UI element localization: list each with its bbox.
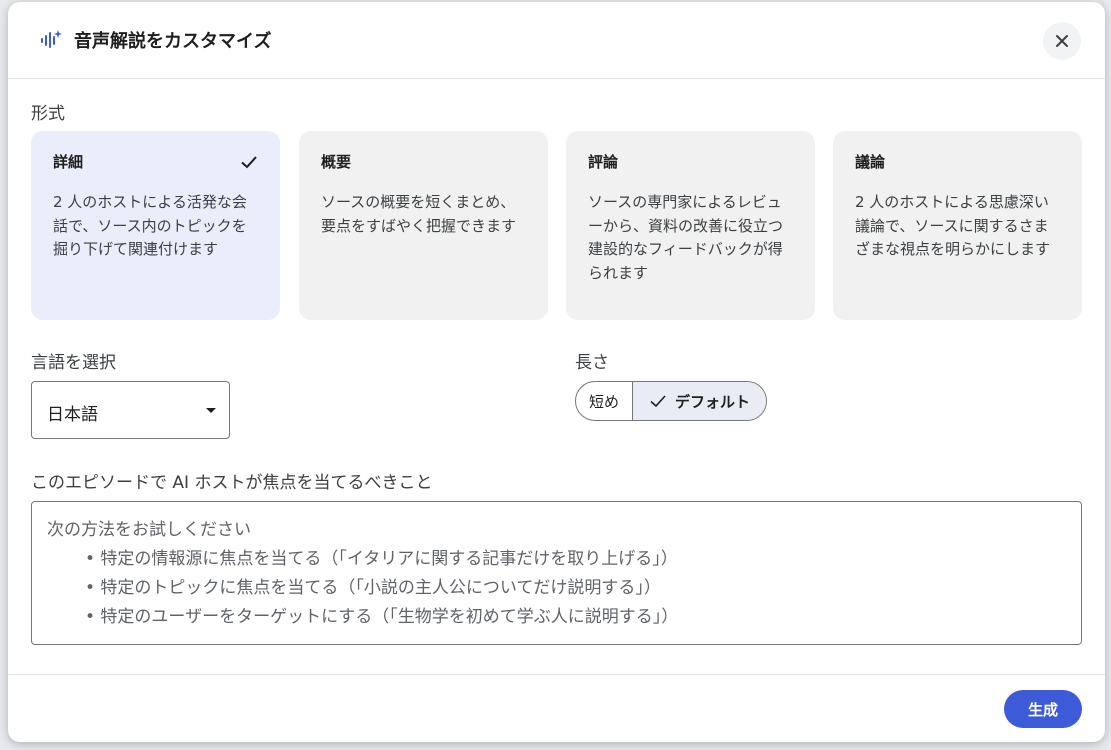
close-button[interactable] (1043, 22, 1081, 60)
focus-textarea[interactable]: 次の方法をお試しください • 特定の情報源に焦点を当てる（「イタリアに関する記事… (31, 501, 1082, 645)
placeholder-intro: 次の方法をお試しください (47, 520, 251, 540)
format-card-critique[interactable]: 評論 ソースの専門家によるレビューから、資料の改善に役立つ建設的なフィードバック… (566, 131, 815, 320)
card-description: ソースの専門家によるレビューから、資料の改善に役立つ建設的なフィードバックが得ら… (588, 193, 784, 282)
focus-label: このエピソードで AI ホストが焦点を当てるべきこと (31, 473, 433, 493)
card-title: 詳細 (53, 153, 84, 171)
placeholder-item: • 特定のトピックに焦点を当てる（「小説の主人公についてだけ説明する」） (85, 578, 661, 598)
dialog-title: 音声解説をカスタマイズ (74, 31, 272, 52)
length-option-label: 短め (588, 392, 619, 411)
card-title: 評論 (588, 153, 619, 171)
dropdown-arrow-icon (206, 408, 216, 413)
generate-button[interactable]: 生成 (1004, 690, 1082, 728)
card-title: 概要 (321, 153, 352, 171)
placeholder-item: • 特定のユーザーをターゲットにする（「生物学を初めて学ぶ人に説明する」） (85, 607, 679, 627)
length-option-short[interactable]: 短め (576, 382, 633, 420)
audio-sparkle-icon (41, 30, 62, 48)
close-icon (1056, 35, 1068, 47)
language-label: 言語を選択 (31, 353, 116, 373)
placeholder-item: • 特定の情報源に焦点を当てる（「イタリアに関する記事だけを取り上げる」） (85, 549, 678, 569)
format-label: 形式 (31, 104, 65, 124)
check-icon (650, 395, 666, 408)
length-label: 長さ (575, 353, 609, 373)
language-select[interactable]: 日本語 (31, 381, 230, 439)
check-icon (241, 156, 257, 169)
format-card-debate[interactable]: 議論 2 人のホストによる思慮深い議論で、ソースに関するさまざまな視点を明らかに… (833, 131, 1082, 320)
card-description: ソースの概要を短くまとめ、要点をすばやく把握できます (321, 193, 517, 235)
customize-audio-dialog: 音声解説をカスタマイズ 形式 詳細 2 人のホストによる活発な会話で、ソース内の… (8, 2, 1105, 742)
dialog-footer: 生成 (8, 674, 1105, 742)
length-option-default[interactable]: デフォルト (633, 382, 766, 420)
card-description: 2 人のホストによる活発な会話で、ソース内のトピックを掘り下げて関連付けます (53, 193, 247, 258)
card-description: 2 人のホストによる思慮深い議論で、ソースに関するさまざまな視点を明らかにします (855, 193, 1051, 258)
length-option-label: デフォルト (674, 392, 750, 411)
dialog-header: 音声解説をカスタマイズ (8, 2, 1105, 79)
length-toggle-group: 短め デフォルト (575, 381, 767, 421)
format-card-summary[interactable]: 概要 ソースの概要を短くまとめ、要点をすばやく把握できます (299, 131, 548, 320)
card-title: 議論 (855, 153, 886, 171)
format-card-detailed[interactable]: 詳細 2 人のホストによる活発な会話で、ソース内のトピックを掘り下げて関連付けま… (31, 131, 280, 320)
language-select-value: 日本語 (47, 405, 98, 425)
